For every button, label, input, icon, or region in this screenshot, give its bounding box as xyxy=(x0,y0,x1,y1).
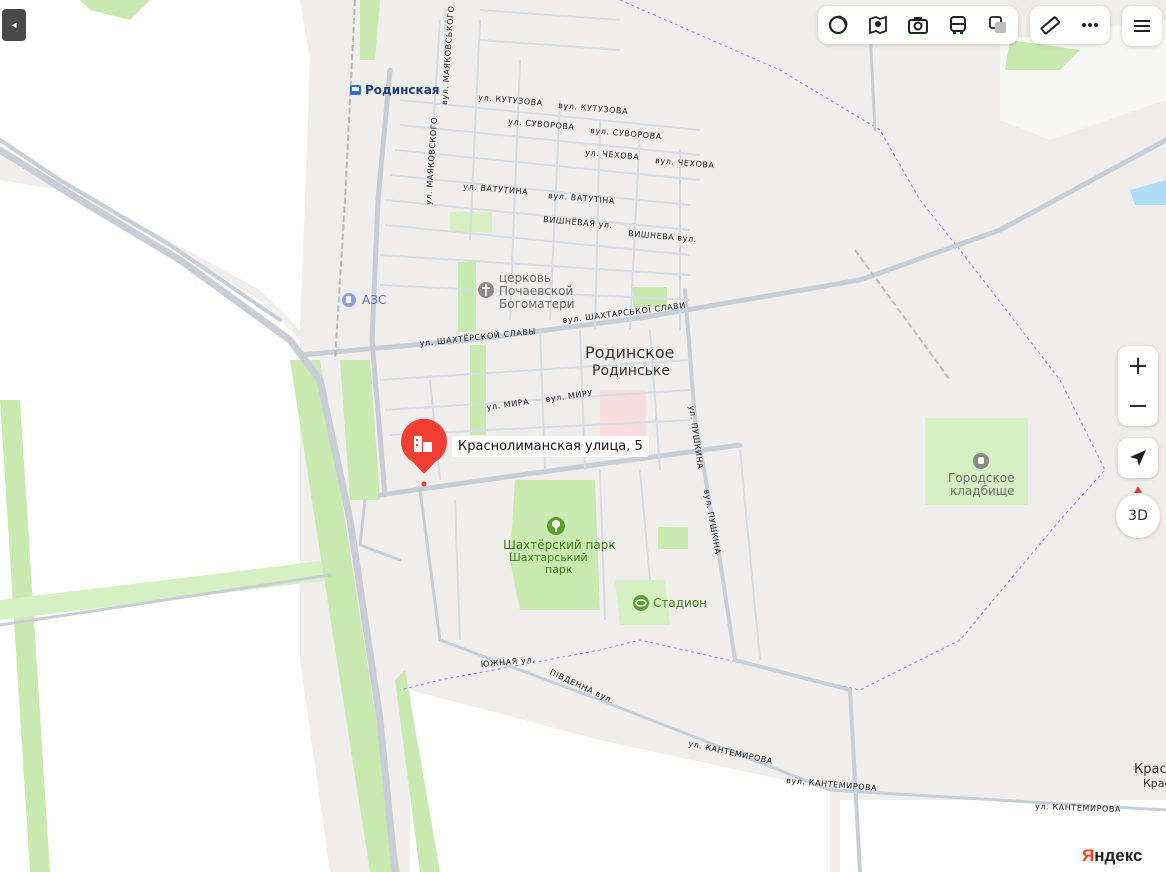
camera-icon[interactable] xyxy=(898,6,938,44)
marker-label[interactable]: Краснолиманская улица, 5 xyxy=(452,436,649,457)
place-name-alt: Родинське xyxy=(592,363,670,379)
park-icon[interactable] xyxy=(547,517,565,535)
map-book-icon[interactable] xyxy=(858,6,898,44)
navigation-arrow-icon[interactable] xyxy=(1118,438,1158,478)
park-label[interactable]: парк xyxy=(545,563,573,576)
church-label[interactable]: Почаевской xyxy=(499,284,573,298)
place-name: Родинское xyxy=(585,343,674,362)
bus-icon[interactable] xyxy=(938,6,978,44)
green-block xyxy=(458,262,476,332)
traffic-circle-icon[interactable] xyxy=(818,6,858,44)
view-3d-button[interactable]: 3D xyxy=(1116,494,1160,538)
place-name-edge: Красн xyxy=(1134,762,1166,777)
compass-north-icon xyxy=(1134,486,1142,493)
tools-toolbar xyxy=(1030,6,1110,44)
park-label[interactable]: Шахтёрский парк xyxy=(503,538,616,552)
church-label[interactable]: церковь xyxy=(499,271,551,285)
station-label[interactable]: Родинская xyxy=(365,83,440,97)
ruler-icon[interactable] xyxy=(1030,6,1070,44)
cemetery-icon[interactable] xyxy=(973,453,989,469)
church-icon[interactable] xyxy=(478,282,494,298)
gas-station-label[interactable]: АЗС xyxy=(362,293,386,307)
zoom-out-button[interactable]: − xyxy=(1118,386,1158,426)
stadium-label[interactable]: Стадион xyxy=(653,596,707,610)
layers-icon[interactable] xyxy=(978,6,1018,44)
hospital-area xyxy=(600,390,646,440)
zoom-in-button[interactable]: + xyxy=(1118,346,1158,386)
cemetery-label[interactable]: Городское xyxy=(948,471,1015,485)
place-name-edge: Крас xyxy=(1143,777,1166,790)
green-block xyxy=(658,527,688,549)
yandex-logo: Яндекс xyxy=(1082,846,1143,865)
zoom-control: + − xyxy=(1118,346,1158,426)
cemetery-label[interactable]: кладбище xyxy=(950,484,1014,498)
collapse-panel-button[interactable]: ◂ xyxy=(2,9,26,41)
view-3d-label: 3D xyxy=(1128,508,1148,524)
station-icon[interactable] xyxy=(350,85,361,95)
menu-icon[interactable] xyxy=(1122,6,1162,46)
more-icon[interactable] xyxy=(1070,6,1110,44)
green-block xyxy=(470,345,486,435)
layers-toolbar xyxy=(818,6,1018,44)
gas-station-icon[interactable] xyxy=(342,293,356,307)
church-label[interactable]: Богоматери xyxy=(499,297,574,311)
stadium-icon[interactable] xyxy=(633,595,649,611)
